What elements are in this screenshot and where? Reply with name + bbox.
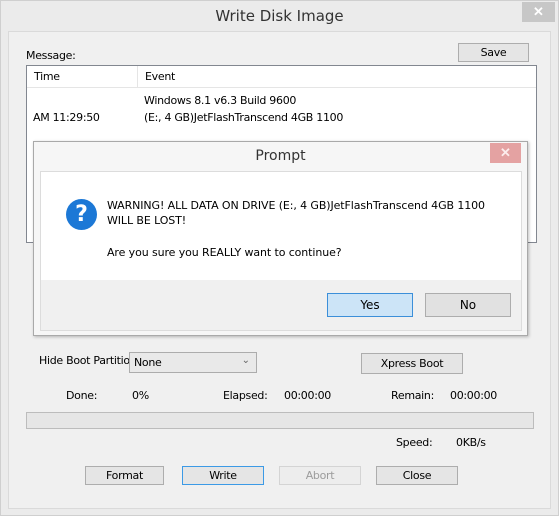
prompt-title: Prompt: [255, 148, 306, 164]
remain-value: 00:00:00: [450, 389, 498, 402]
write-progress-bar: [26, 412, 534, 429]
confirm-question: Are you sure you REALLY want to continue…: [107, 246, 342, 259]
elapsed-label: Elapsed:: [223, 389, 268, 402]
abort-button: Abort: [279, 466, 361, 485]
question-icon: ?: [66, 199, 97, 230]
prompt-body: ? WARNING! ALL DATA ON DRIVE (E:, 4 GB)J…: [40, 171, 522, 331]
elapsed-value: 00:00:00: [284, 389, 332, 402]
hide-boot-partition-label: Hide Boot Partition:: [39, 354, 140, 367]
hide-boot-partition-value: None: [134, 356, 162, 369]
xpress-boot-button[interactable]: Xpress Boot: [361, 353, 463, 374]
speed-value: 0KB/s: [456, 436, 486, 449]
remain-label: Remain:: [391, 389, 435, 402]
prompt-dialog: Prompt ✕ ? WARNING! ALL DATA ON DRIVE (E…: [33, 141, 528, 336]
prompt-close-button[interactable]: ✕: [490, 143, 521, 163]
title-bar: Write Disk Image ✕: [1, 1, 558, 31]
warning-line-1: WARNING! ALL DATA ON DRIVE (E:, 4 GB)Jet…: [107, 199, 485, 212]
message-list-header: Time Event: [27, 66, 536, 88]
column-header-event[interactable]: Event: [137, 66, 537, 88]
event-cell: (E:, 4 GB)JetFlashTranscend 4GB 1100: [144, 111, 344, 124]
save-button[interactable]: Save: [458, 43, 529, 62]
no-button[interactable]: No: [425, 293, 511, 317]
prompt-button-bar: Yes No: [41, 280, 521, 330]
done-label: Done:: [66, 389, 98, 402]
time-cell: AM 11:29:50: [33, 111, 100, 124]
event-cell: Windows 8.1 v6.3 Build 9600: [144, 94, 297, 107]
format-button[interactable]: Format: [85, 466, 164, 485]
chevron-down-icon: ⌄: [241, 355, 250, 366]
window-title: Write Disk Image: [215, 7, 344, 25]
close-icon: ✕: [533, 4, 544, 19]
write-button[interactable]: Write: [182, 466, 264, 485]
warning-line-2: WILL BE LOST!: [107, 214, 187, 227]
window-close-button[interactable]: ✕: [522, 2, 555, 22]
message-label: Message:: [26, 49, 76, 62]
column-header-time[interactable]: Time: [27, 66, 137, 88]
done-value: 0%: [132, 389, 149, 402]
close-icon: ✕: [500, 145, 511, 160]
speed-label: Speed:: [396, 436, 433, 449]
hide-boot-partition-select[interactable]: None ⌄: [129, 352, 257, 373]
yes-button[interactable]: Yes: [327, 293, 413, 317]
close-button[interactable]: Close: [376, 466, 458, 485]
